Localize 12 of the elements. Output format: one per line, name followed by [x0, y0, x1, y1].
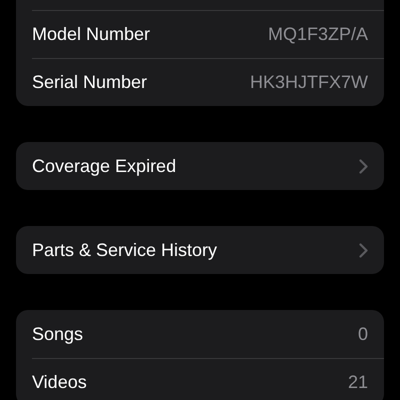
- row-label: Songs: [32, 322, 84, 346]
- settings-card[interactable]: Coverage Expired: [16, 142, 384, 190]
- row-label: Coverage Expired: [32, 154, 176, 178]
- row-label: Serial Number: [32, 71, 148, 94]
- row-label: Parts & Service History: [32, 238, 218, 262]
- row-value: 21: [348, 371, 368, 394]
- row-value: MQ1F3ZP/A: [268, 23, 368, 46]
- row-label: Videos: [32, 371, 87, 394]
- settings-card[interactable]: Parts & Service History: [16, 226, 384, 274]
- row-label: Model Number: [32, 23, 150, 46]
- row-value: 0: [358, 322, 368, 346]
- row-value: HK3HJTFX7W: [250, 71, 368, 94]
